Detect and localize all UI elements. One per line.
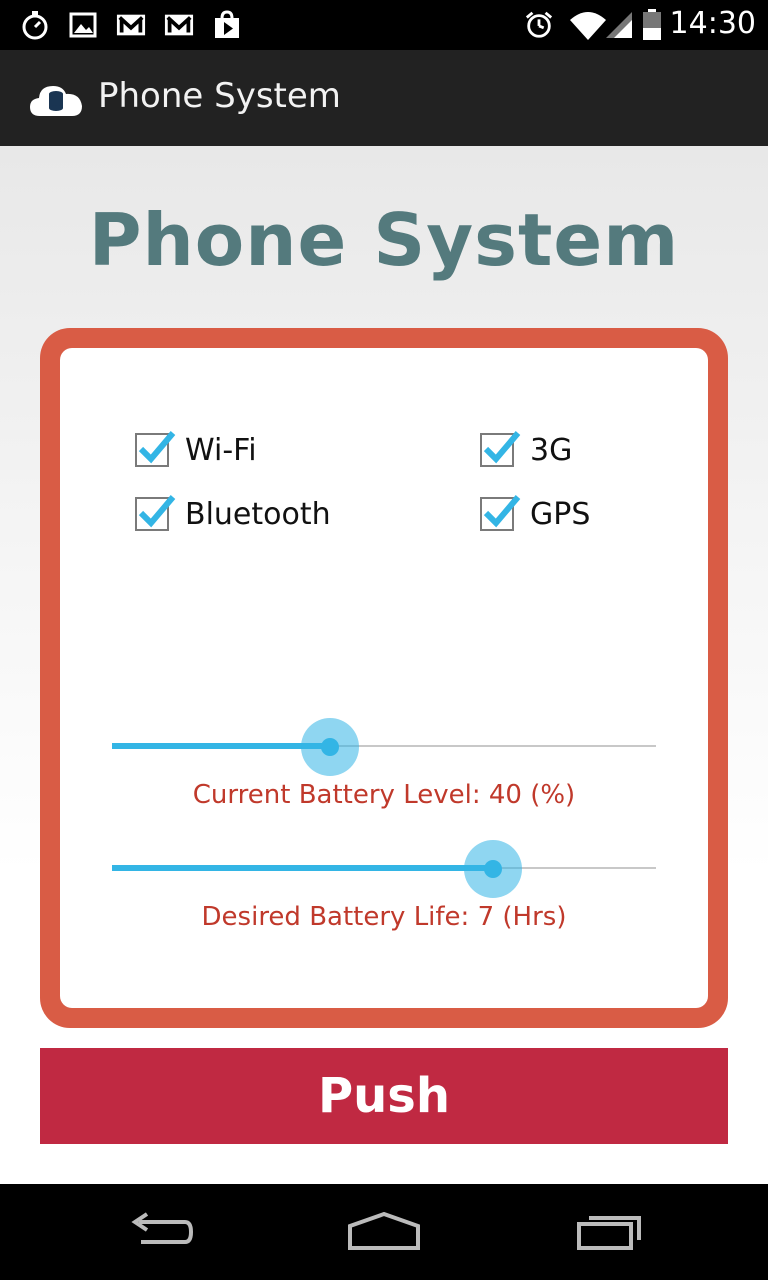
battery-level-slider[interactable] <box>112 712 656 782</box>
gps-label: GPS <box>530 496 591 532</box>
gps-checkbox[interactable]: GPS <box>480 492 590 536</box>
action-bar: Phone System <box>0 50 768 146</box>
back-icon[interactable] <box>110 1206 210 1258</box>
wifi-checkbox[interactable]: Wi-Fi <box>135 428 257 472</box>
gmail-icon <box>164 10 194 40</box>
battery-icon <box>640 9 664 40</box>
navigation-bar <box>0 1184 768 1280</box>
push-button[interactable]: Push <box>40 1048 728 1144</box>
checkbox-checked-icon <box>480 431 521 467</box>
stopwatch-icon <box>20 10 50 40</box>
slider-thumb-dot <box>484 860 502 878</box>
wifi-label: Wi-Fi <box>185 432 257 468</box>
alarm-icon <box>524 10 554 40</box>
3g-checkbox[interactable]: 3G <box>480 428 572 472</box>
main-content: Phone System Wi-Fi 3G Bluetooth GPS Curr… <box>0 146 768 1184</box>
cloud-database-icon[interactable] <box>28 80 84 120</box>
slider-fill <box>112 865 493 871</box>
slider-fill <box>112 743 330 749</box>
bluetooth-label: Bluetooth <box>185 496 331 532</box>
gmail-icon <box>116 10 146 40</box>
battery-life-label: Desired Battery Life: 7 (Hrs) <box>201 902 567 932</box>
battery-level-label: Current Battery Level: 40 (%) <box>192 780 576 810</box>
status-time: 14:30 <box>669 6 756 41</box>
checkbox-checked-icon <box>135 431 176 467</box>
checkbox-checked-icon <box>480 495 521 531</box>
image-icon <box>68 10 98 40</box>
battery-life-slider[interactable] <box>112 834 656 904</box>
status-bar: 14:30 <box>0 0 768 50</box>
settings-panel-inner: Wi-Fi 3G Bluetooth GPS Current Battery L… <box>60 348 708 1008</box>
home-icon[interactable] <box>334 1206 434 1258</box>
page-title: Phone System <box>88 198 680 282</box>
play-store-icon <box>212 10 242 40</box>
wifi-icon <box>568 10 608 40</box>
bluetooth-checkbox[interactable]: Bluetooth <box>135 492 331 536</box>
3g-label: 3G <box>530 432 573 468</box>
recents-icon[interactable] <box>560 1206 660 1258</box>
settings-panel: Wi-Fi 3G Bluetooth GPS Current Battery L… <box>40 328 728 1028</box>
slider-thumb-dot <box>321 738 339 756</box>
checkbox-checked-icon <box>135 495 176 531</box>
signal-icon <box>604 10 634 40</box>
app-title: Phone System <box>98 76 341 116</box>
